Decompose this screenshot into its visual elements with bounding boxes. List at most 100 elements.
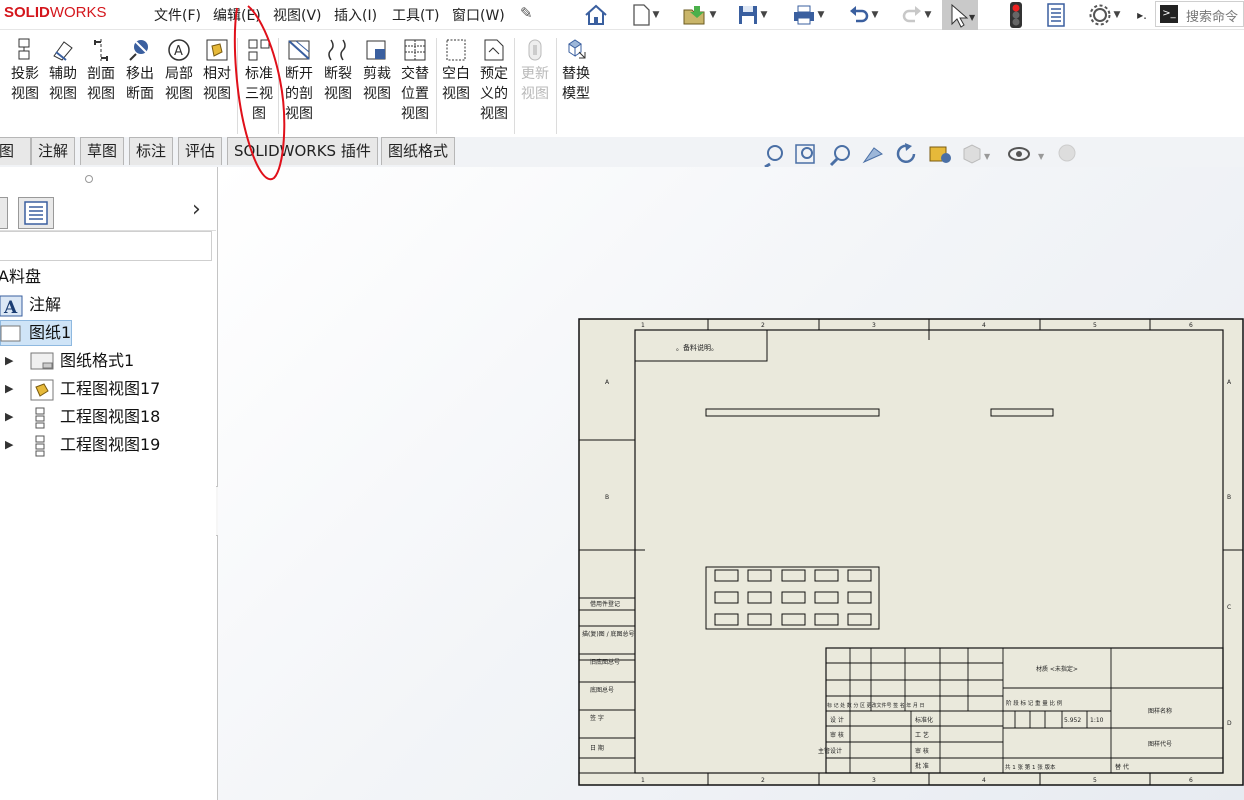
feature-tree-tab[interactable] bbox=[0, 197, 8, 229]
previous-view-icon[interactable] bbox=[829, 145, 850, 167]
standard-3-view-label-3: 图 bbox=[252, 106, 266, 122]
customize-arrow-icon[interactable]: ▸. bbox=[1132, 1, 1152, 28]
options-gear-icon[interactable]: ▼ bbox=[1080, 1, 1128, 28]
svg-text:A: A bbox=[3, 298, 18, 317]
expand-arrow-icon[interactable]: ▶ bbox=[5, 404, 13, 430]
expand-arrow-icon[interactable]: ▶ bbox=[5, 432, 13, 458]
revision-header: 标 记 处 数 分 区 更改文件号 签 名 年 月 日 bbox=[827, 702, 925, 709]
broken-out-section-icon bbox=[286, 38, 312, 62]
tree-filter-input[interactable] bbox=[0, 231, 212, 261]
standard-3-view-button[interactable]: 标准 三视图 bbox=[240, 38, 278, 124]
pan-icon[interactable] bbox=[862, 147, 883, 164]
pin-icon[interactable]: ✎ bbox=[520, 4, 533, 22]
removed-section-button[interactable]: 移出 断面 bbox=[121, 38, 159, 104]
zone-letter-right: B bbox=[1227, 494, 1231, 501]
zoom-to-area-icon[interactable] bbox=[795, 144, 815, 164]
hide-show-items-icon[interactable]: ▼ bbox=[1008, 147, 1045, 161]
predefined-view-button[interactable]: 预定 义的 视图 bbox=[475, 38, 513, 124]
tree-item-sheet1[interactable]: 图纸1 bbox=[0, 320, 72, 346]
tab-sketch[interactable]: 草图 bbox=[80, 137, 125, 165]
display-style-icon[interactable]: ▼ bbox=[963, 144, 991, 164]
tab-evaluate[interactable]: 评估 bbox=[178, 137, 223, 165]
new-document-icon[interactable]: ▼ bbox=[620, 1, 670, 28]
section-view-toggle-icon[interactable] bbox=[929, 146, 951, 163]
print-icon[interactable]: ▼ bbox=[784, 1, 832, 28]
standard-3-view-label-1: 标准 bbox=[245, 66, 273, 82]
zone-number-bottom: 6 bbox=[1189, 777, 1193, 784]
break-view-icon bbox=[325, 38, 351, 62]
crop-view-button[interactable]: 剪裁 视图 bbox=[358, 38, 396, 104]
zone-number-bottom: 2 bbox=[761, 777, 765, 784]
side-label: 旧底图总号 bbox=[590, 658, 620, 666]
detail-view-button[interactable]: A 局部 视图 bbox=[160, 38, 198, 104]
expand-arrow-icon[interactable]: ▶ bbox=[5, 348, 13, 374]
menu-view[interactable]: 视图(V) bbox=[273, 5, 322, 25]
tab-sketch-partial[interactable]: 图 bbox=[0, 137, 31, 165]
auxiliary-view-button[interactable]: 辅助 视图 bbox=[44, 38, 82, 104]
open-document-icon[interactable]: ▼ bbox=[673, 1, 725, 28]
empty-view-button[interactable]: 空白 视图 bbox=[437, 38, 475, 104]
tree-item-drawing-view18[interactable]: ▶ 工程图视图18 bbox=[0, 404, 210, 430]
update-views-button[interactable]: 更新 视图 bbox=[516, 38, 554, 104]
break-view-button[interactable]: 断裂 视图 bbox=[319, 38, 357, 104]
replace-model-icon bbox=[563, 38, 589, 62]
alternate-position-view-icon bbox=[402, 38, 428, 62]
redo-icon[interactable]: ▼ bbox=[893, 1, 939, 28]
relative-view-button[interactable]: 相对 视图 bbox=[198, 38, 236, 104]
select-tool-button[interactable]: ▼ bbox=[942, 0, 978, 30]
projected-view-button[interactable]: 投影 视图 bbox=[6, 38, 44, 104]
alternate-position-view-label-2: 位置 bbox=[401, 86, 429, 102]
tree-item-label: 注解 bbox=[29, 295, 62, 314]
broken-out-section-button[interactable]: 断开 的剖 视图 bbox=[280, 38, 318, 124]
tree-item-label: 工程图视图18 bbox=[60, 407, 161, 426]
menu-edit[interactable]: 编辑(E) bbox=[213, 5, 261, 25]
tree-item-drawing-view17[interactable]: ▶ 工程图视图17 bbox=[0, 376, 210, 402]
section-view-label-1: 剖面 bbox=[87, 66, 115, 82]
menu-insert[interactable]: 插入(I) bbox=[334, 5, 377, 25]
menu-tools[interactable]: 工具(T) bbox=[392, 5, 439, 25]
update-views-label-1: 更新 bbox=[521, 66, 549, 82]
projected-view-label-2: 视图 bbox=[11, 86, 39, 102]
appearance-sphere-icon[interactable] bbox=[1058, 144, 1076, 162]
rebuild-traffic-light-icon[interactable] bbox=[1004, 1, 1028, 28]
expand-arrow-icon[interactable]: ▶ bbox=[5, 376, 13, 402]
home-icon[interactable] bbox=[580, 1, 612, 28]
weight-value: 5.952 bbox=[1064, 717, 1081, 724]
file-properties-icon[interactable] bbox=[1043, 1, 1069, 28]
alternate-position-view-label-1: 交替 bbox=[401, 66, 429, 82]
drawing-name-field: 图样名称 bbox=[1148, 707, 1172, 715]
search-commands-input[interactable]: >_ 搜索命令 bbox=[1155, 1, 1244, 27]
tab-annotation[interactable]: 注解 bbox=[31, 137, 76, 165]
command-manager-ribbon: 投影 视图 辅助 视图 剖面 视图 移出 断面 A 局部 视图 相对 视图 标准 三视图 bbox=[0, 30, 1244, 138]
chevron-right-icon[interactable]: › bbox=[192, 197, 201, 222]
solidworks-logo: SOLIDWORKS bbox=[4, 4, 107, 21]
drawing-sheet[interactable]: 1 2 3 4 5 6 1 2 3 4 5 6 A B A B C D 。备料说… bbox=[578, 318, 1244, 786]
tree-item-drawing-view19[interactable]: ▶ 工程图视图19 bbox=[0, 432, 210, 458]
replace-model-button[interactable]: 替换 模型 bbox=[557, 38, 595, 104]
feature-manager-panel: › A料盘 A 注解 图纸1 ▶ 图纸格式1 ▶ 工程图视图17 ▶ 工程图视图… bbox=[0, 167, 218, 800]
tree-root[interactable]: A料盘 bbox=[0, 264, 41, 290]
tree-item-sheet-format1[interactable]: ▶ 图纸格式1 bbox=[0, 348, 210, 374]
panel-collapse-handle[interactable] bbox=[85, 175, 93, 183]
menu-window[interactable]: 窗口(W) bbox=[452, 5, 505, 25]
menu-file[interactable]: 文件(F) bbox=[154, 5, 201, 25]
crop-view-label-1: 剪裁 bbox=[363, 66, 391, 82]
tab-solidworks-addins[interactable]: SOLIDWORKS 插件 bbox=[227, 137, 378, 165]
zoom-to-fit-icon[interactable] bbox=[764, 145, 783, 168]
alternate-position-view-button[interactable]: 交替 位置 视图 bbox=[396, 38, 434, 124]
zone-number-top: 6 bbox=[1189, 322, 1193, 329]
tab-sheet-format[interactable]: 图纸格式 bbox=[381, 137, 456, 165]
tab-markup[interactable]: 标注 bbox=[129, 137, 174, 165]
property-manager-tab[interactable] bbox=[18, 197, 54, 229]
undo-icon[interactable]: ▼ bbox=[840, 1, 886, 28]
tree-item-annotations[interactable]: A 注解 bbox=[0, 292, 200, 318]
svg-text:A: A bbox=[174, 44, 183, 59]
section-view-button[interactable]: 剖面 视图 bbox=[82, 38, 120, 104]
side-label: 描(复)图 / 底图总号 bbox=[582, 630, 635, 638]
zone-number-bottom: 4 bbox=[982, 777, 986, 784]
rotate-icon[interactable] bbox=[896, 143, 916, 163]
save-icon[interactable]: ▼ bbox=[728, 1, 776, 28]
predefined-view-label-3: 视图 bbox=[480, 106, 508, 122]
auxiliary-view-label-1: 辅助 bbox=[49, 66, 77, 82]
ribbon-separator bbox=[237, 38, 238, 134]
